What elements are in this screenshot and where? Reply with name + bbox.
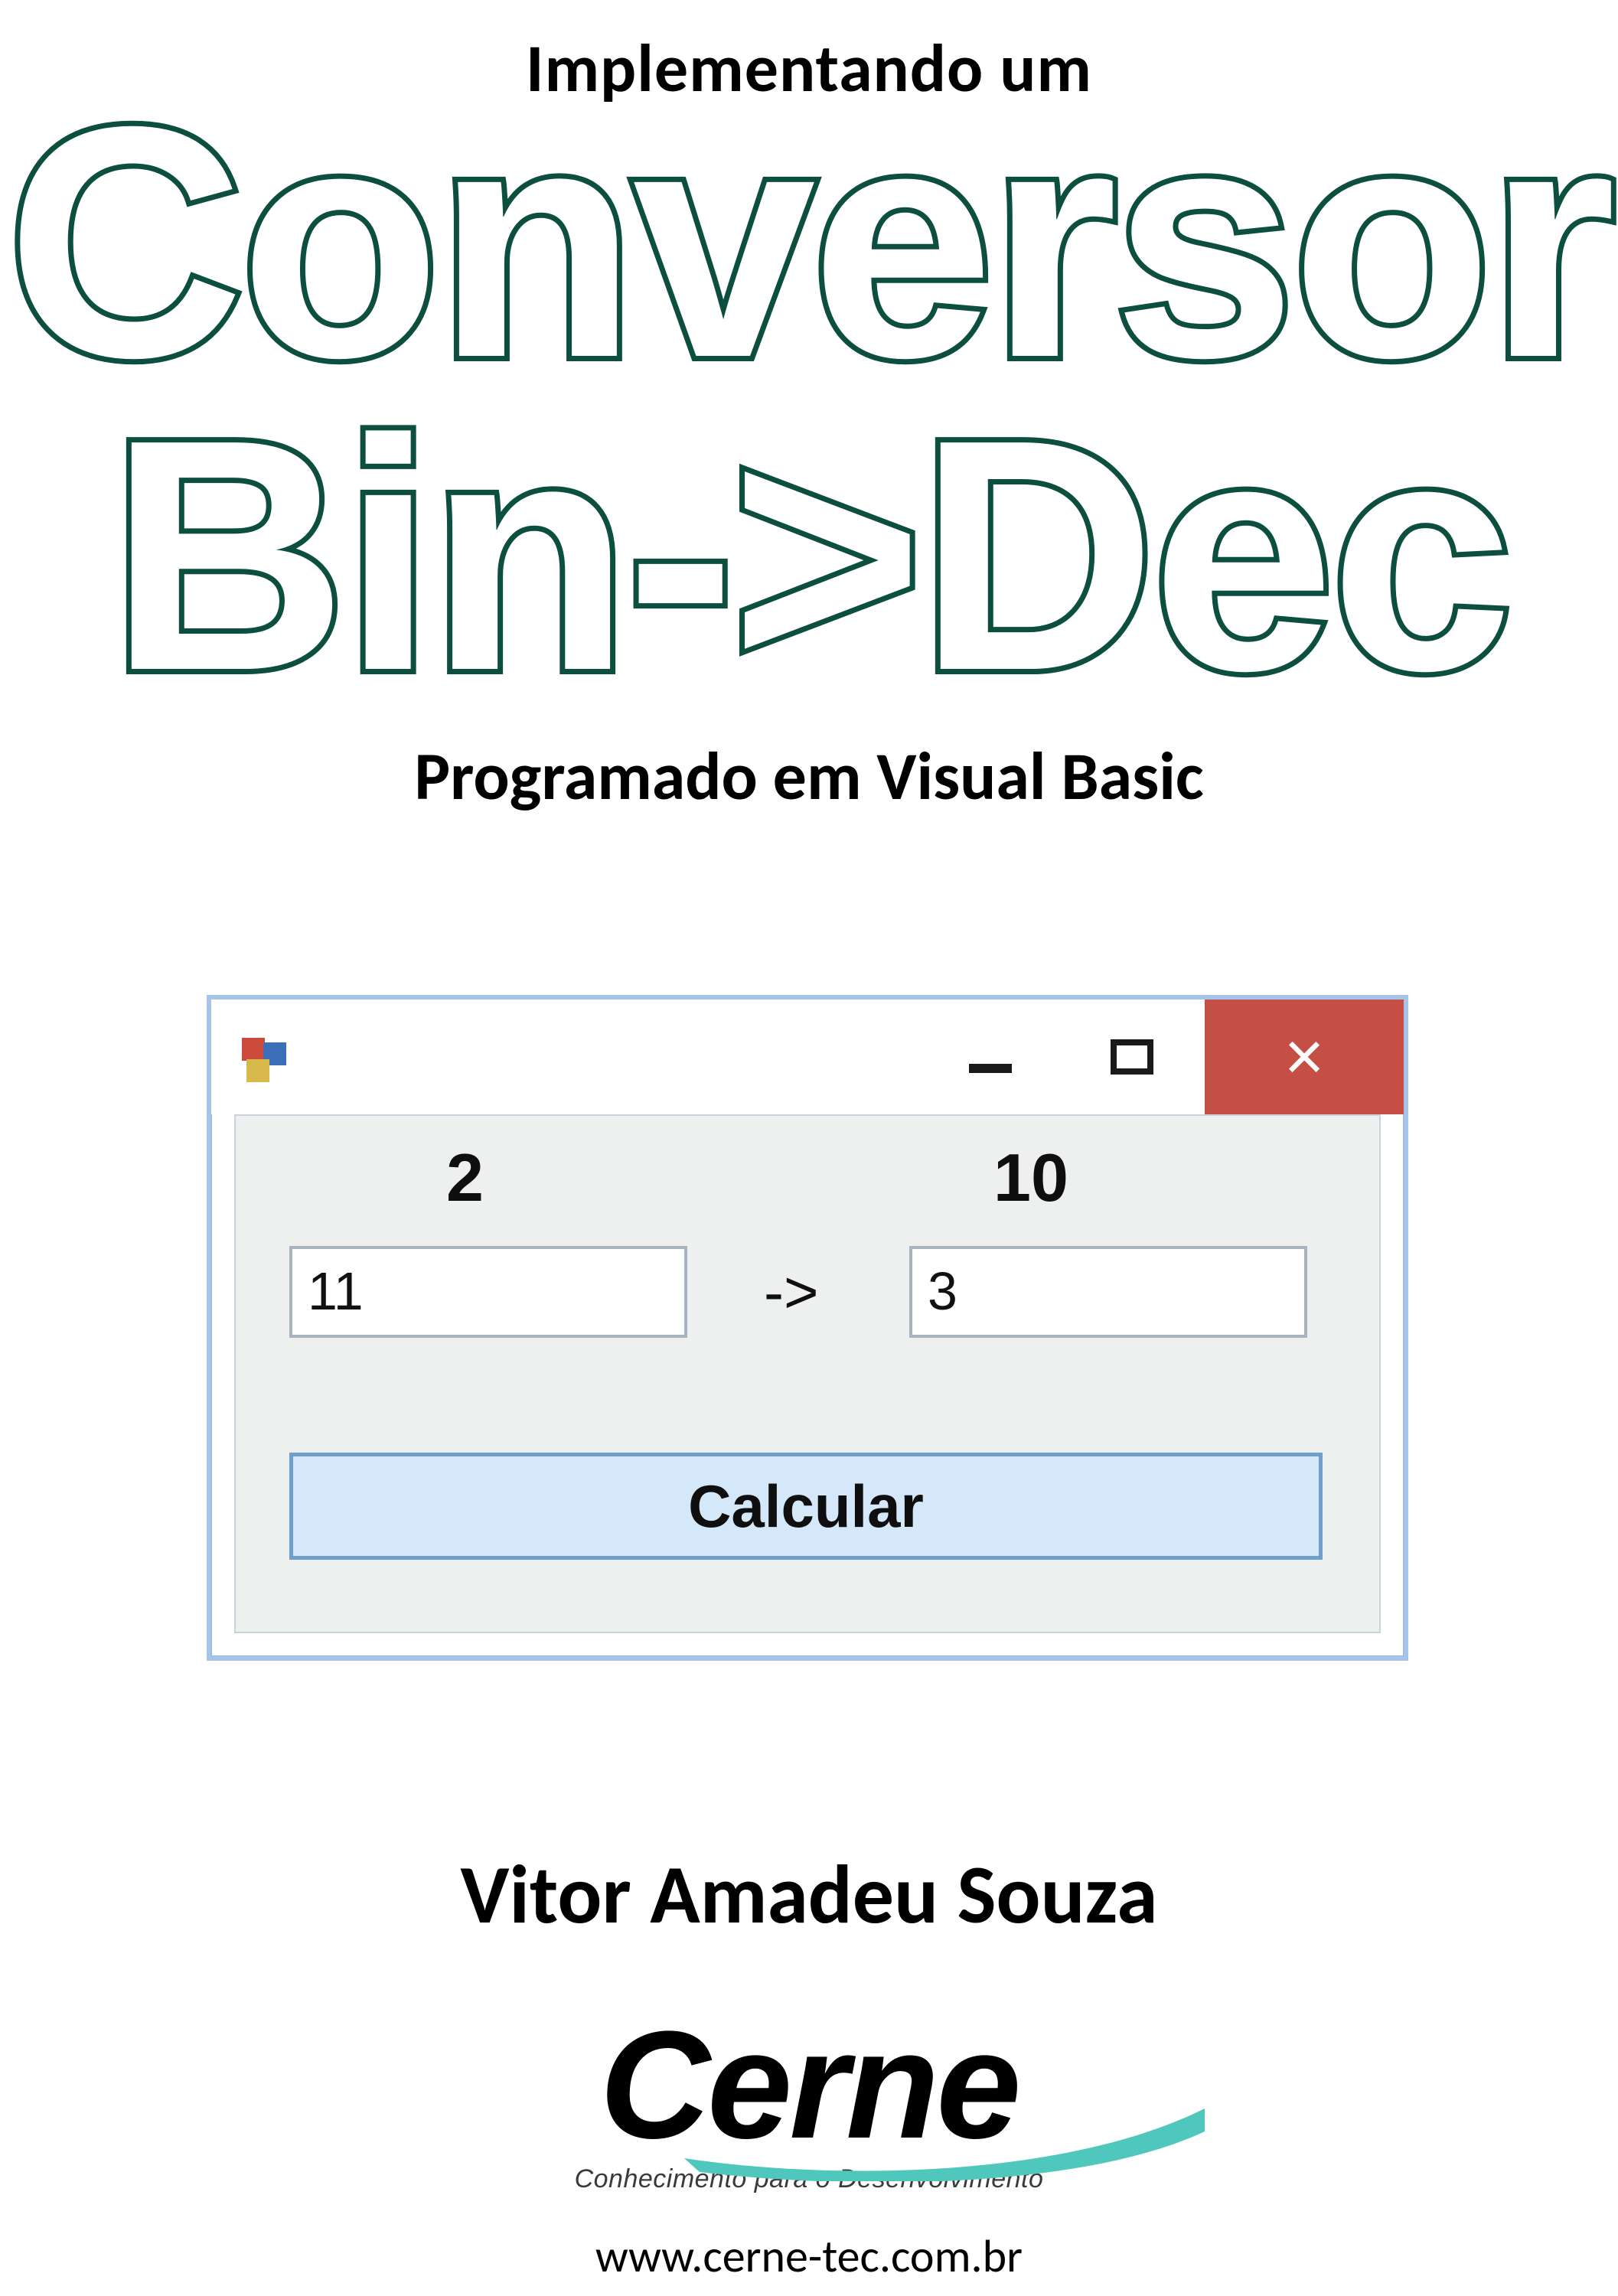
window-titlebar: × xyxy=(211,1000,1404,1114)
application-icon xyxy=(242,1038,285,1081)
calculate-button[interactable]: Calcular xyxy=(289,1453,1323,1560)
form-client-area: 2 10 11 3 -> Calcular xyxy=(234,1114,1381,1633)
author-name: Vitor Amadeu Souza xyxy=(0,1844,1618,1945)
main-title: Conversor Bin->Dec xyxy=(0,86,1618,712)
maximize-icon xyxy=(1111,1039,1153,1075)
close-icon: × xyxy=(1284,1018,1325,1097)
subtitle: Programado em Visual Basic xyxy=(0,735,1618,817)
cover-title-block: Implementando um Conversor Bin->Dec Prog… xyxy=(0,27,1618,817)
input-base-label: 2 xyxy=(446,1139,484,1217)
cerne-logo: Cerne xyxy=(600,1998,1019,2174)
base-labels-row: 2 10 xyxy=(236,1139,1379,1231)
arrow-label: -> xyxy=(764,1257,819,1327)
output-base-label: 10 xyxy=(993,1139,1068,1217)
title-line-2: Bin->Dec xyxy=(0,400,1618,713)
publisher-logo-block: Cerne Conhecimento para o Desenvolviment… xyxy=(465,1998,1153,2285)
maximize-button[interactable] xyxy=(1059,1000,1205,1114)
brand-name: Cerne xyxy=(600,2000,1019,2170)
brand-url: www.cerne-tec.com.br xyxy=(465,2229,1153,2285)
window-controls: × xyxy=(922,1000,1404,1114)
calculate-button-label: Calcular xyxy=(688,1472,924,1541)
vb-form-window: × 2 10 11 3 -> Calcular xyxy=(207,995,1408,1661)
close-button[interactable]: × xyxy=(1205,1000,1404,1114)
minimize-icon xyxy=(969,1064,1012,1073)
decimal-output[interactable]: 3 xyxy=(909,1246,1307,1338)
minimize-button[interactable] xyxy=(922,1000,1059,1114)
title-line-1: Conversor xyxy=(0,86,1618,400)
binary-input[interactable]: 11 xyxy=(289,1246,687,1338)
